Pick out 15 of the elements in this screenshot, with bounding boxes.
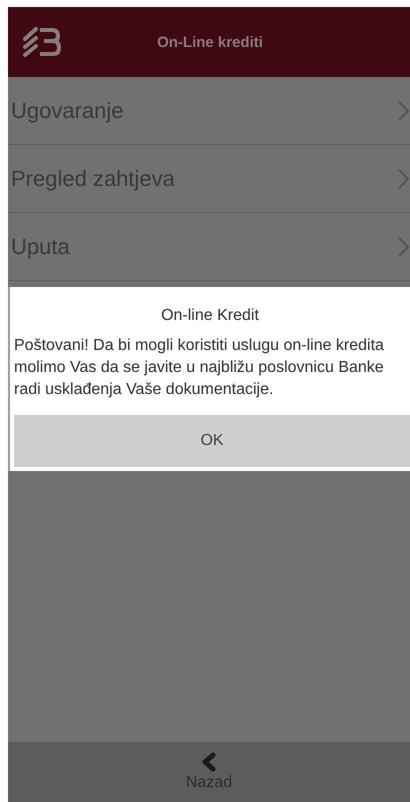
chevron-right-icon — [398, 100, 410, 120]
menu-item-label: Ugovaranje — [11, 98, 124, 124]
logo-icon — [20, 26, 62, 58]
dialog-title: On-line Kredit — [160, 307, 260, 325]
menu-item-label: Pregled zahtjeva — [11, 166, 175, 192]
header-title: On-Line krediti — [156, 34, 264, 50]
menu-item[interactable]: Pregled zahtjeva — [8, 145, 410, 213]
menu-item-label: Uputa — [11, 234, 70, 260]
menu-item[interactable]: Uputa — [8, 213, 410, 281]
dialog-message: Poštovani! Da bi mogli koristiti uslugu on-line kredita molimo Vas da se javite u najbližu poslovnicu Banke radi usklađenja Vaše dokumentacije. — [13, 336, 385, 400]
menu-item[interactable]: Ugovaranje — [8, 77, 410, 145]
ok-button[interactable]: OK — [14, 415, 410, 467]
chevron-right-icon — [398, 236, 410, 256]
chevron-left-icon[interactable] — [201, 752, 217, 772]
chevron-right-icon — [398, 168, 410, 188]
